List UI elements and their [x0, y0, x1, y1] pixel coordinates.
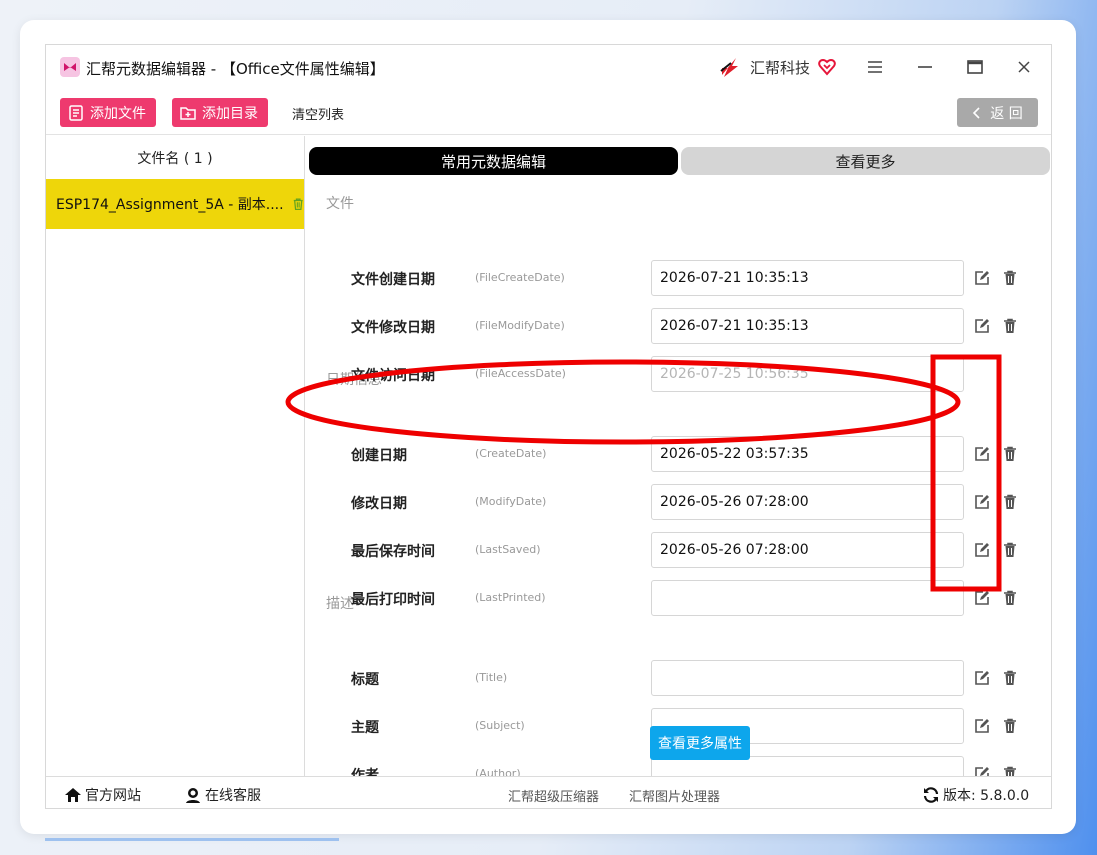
field-label: 文件修改日期 [351, 320, 435, 336]
brand[interactable]: 汇帮科技 [718, 55, 836, 79]
field-value-input[interactable] [651, 660, 964, 696]
metadata-editor: 常用元数据编辑 查看更多 文件 日期信息 描述 文件创建日期 (FileCreat… [306, 136, 1051, 776]
image-processor-link[interactable]: 汇帮图片处理器 [629, 786, 720, 805]
official-website-label: 官方网站 [85, 788, 141, 804]
trash-icon[interactable] [1002, 494, 1018, 510]
app-window: 汇帮元数据编辑器 - 【Office文件属性编辑】 汇帮科技 添加文件 添加目录… [45, 44, 1052, 809]
field-label: 最后打印时间 [351, 592, 435, 608]
trash-icon[interactable] [1002, 718, 1018, 734]
trash-icon[interactable] [292, 197, 304, 211]
clear-list-button[interactable]: 清空列表 [292, 104, 344, 123]
edit-icon[interactable] [974, 590, 990, 606]
minimize-icon[interactable] [913, 55, 937, 79]
add-directory-button[interactable]: 添加目录 [172, 98, 268, 127]
edit-icon[interactable] [974, 270, 990, 286]
status-bar: 官方网站 在线客服 汇帮超级压缩器 汇帮图片处理器 版本: 5.8.0.0 [46, 776, 1051, 808]
trash-icon[interactable] [1002, 766, 1018, 776]
field-value-input[interactable]: 2026-05-26 07:28:00 [651, 484, 964, 520]
file-list-item[interactable]: ESP174_Assignment_5A - 副本.... [46, 179, 304, 229]
add-directory-label: 添加目录 [202, 104, 258, 121]
field-label: 文件访问日期 [351, 368, 435, 384]
field-key: (ModifyDate) [475, 495, 547, 508]
version-label: 版本: 5.8.0.0 [943, 788, 1030, 804]
view-more-attributes-button[interactable]: 查看更多属性 [650, 726, 750, 760]
edit-icon[interactable] [974, 766, 990, 776]
field-key: (Subject) [475, 719, 525, 732]
section-file: 文件 [326, 196, 354, 212]
field-key: (FileCreateDate) [475, 271, 565, 284]
field-key: (Title) [475, 671, 508, 684]
field-label: 创建日期 [351, 448, 407, 464]
field-value-input[interactable]: 2026-07-21 10:35:13 [651, 260, 964, 296]
maximize-icon[interactable] [963, 55, 987, 79]
trash-icon[interactable] [1002, 446, 1018, 462]
field-key: (FileModifyDate) [475, 319, 565, 332]
toolbar: 添加文件 添加目录 清空列表 返 回 [46, 89, 1051, 135]
edit-icon[interactable] [974, 318, 990, 334]
add-file-icon [69, 104, 83, 121]
edit-icon[interactable] [974, 446, 990, 462]
app-logo-icon [60, 57, 80, 77]
field-value-input[interactable]: 2026-05-26 07:28:00 [651, 532, 964, 568]
field-label: 标题 [351, 672, 379, 688]
online-support-link[interactable]: 在线客服 [184, 785, 261, 805]
tab-common-metadata[interactable]: 常用元数据编辑 [309, 147, 678, 175]
trash-icon[interactable] [1002, 590, 1018, 606]
back-label: 返 回 [990, 105, 1023, 122]
file-list-header: 文件名 ( 1 ) [137, 150, 213, 167]
brand-name: 汇帮科技 [750, 58, 811, 77]
trash-icon[interactable] [1002, 270, 1018, 286]
add-folder-icon [180, 106, 196, 120]
field-key: (Author) [475, 767, 521, 776]
brand-heart-icon[interactable] [818, 58, 836, 76]
field-key: (CreateDate) [475, 447, 547, 460]
field-value-input[interactable]: 2026-07-21 10:35:13 [651, 308, 964, 344]
trash-icon[interactable] [1002, 542, 1018, 558]
edit-icon[interactable] [974, 494, 990, 510]
back-button[interactable]: 返 回 [957, 98, 1038, 127]
field-label: 文件创建日期 [351, 272, 435, 288]
field-key: (LastPrinted) [475, 591, 546, 604]
official-website-link[interactable]: 官方网站 [64, 785, 141, 805]
brand-logo-icon [720, 58, 738, 77]
close-icon[interactable] [1012, 55, 1036, 79]
online-support-label: 在线客服 [205, 788, 261, 804]
field-key: (FileAccessDate) [475, 367, 566, 380]
backdrop-line [45, 838, 339, 841]
title-bar: 汇帮元数据编辑器 - 【Office文件属性编辑】 汇帮科技 [46, 45, 1051, 89]
edit-icon[interactable] [974, 670, 990, 686]
section-description: 描述 [326, 596, 354, 612]
edit-icon[interactable] [974, 542, 990, 558]
field-value-input: 2026-07-25 10:56:35 [651, 356, 964, 392]
field-label: 最后保存时间 [351, 544, 435, 560]
add-file-button[interactable]: 添加文件 [60, 98, 156, 127]
compressor-link[interactable]: 汇帮超级压缩器 [508, 786, 599, 805]
home-icon [65, 788, 81, 802]
field-label: 主题 [351, 720, 379, 736]
version-info[interactable]: 版本: 5.8.0.0 [922, 785, 1029, 805]
edit-icon[interactable] [974, 718, 990, 734]
tab-view-more[interactable]: 查看更多 [681, 147, 1050, 175]
file-name: ESP174_Assignment_5A - 副本.... [56, 197, 284, 213]
refresh-icon [923, 787, 939, 803]
field-key: (LastSaved) [475, 543, 541, 556]
field-value-input[interactable] [651, 580, 964, 616]
support-icon [186, 788, 200, 803]
field-value-input[interactable]: 2026-05-22 03:57:35 [651, 436, 964, 472]
window-title: 汇帮元数据编辑器 - 【Office文件属性编辑】 [86, 60, 385, 78]
menu-icon[interactable] [863, 55, 887, 79]
field-label: 作者 [351, 768, 379, 776]
trash-icon[interactable] [1002, 670, 1018, 686]
trash-icon[interactable] [1002, 318, 1018, 334]
chevron-left-icon [973, 106, 980, 119]
file-list-panel: 文件名 ( 1 ) ESP174_Assignment_5A - 副本.... [46, 136, 305, 776]
add-file-label: 添加文件 [90, 104, 146, 121]
field-label: 修改日期 [351, 496, 407, 512]
